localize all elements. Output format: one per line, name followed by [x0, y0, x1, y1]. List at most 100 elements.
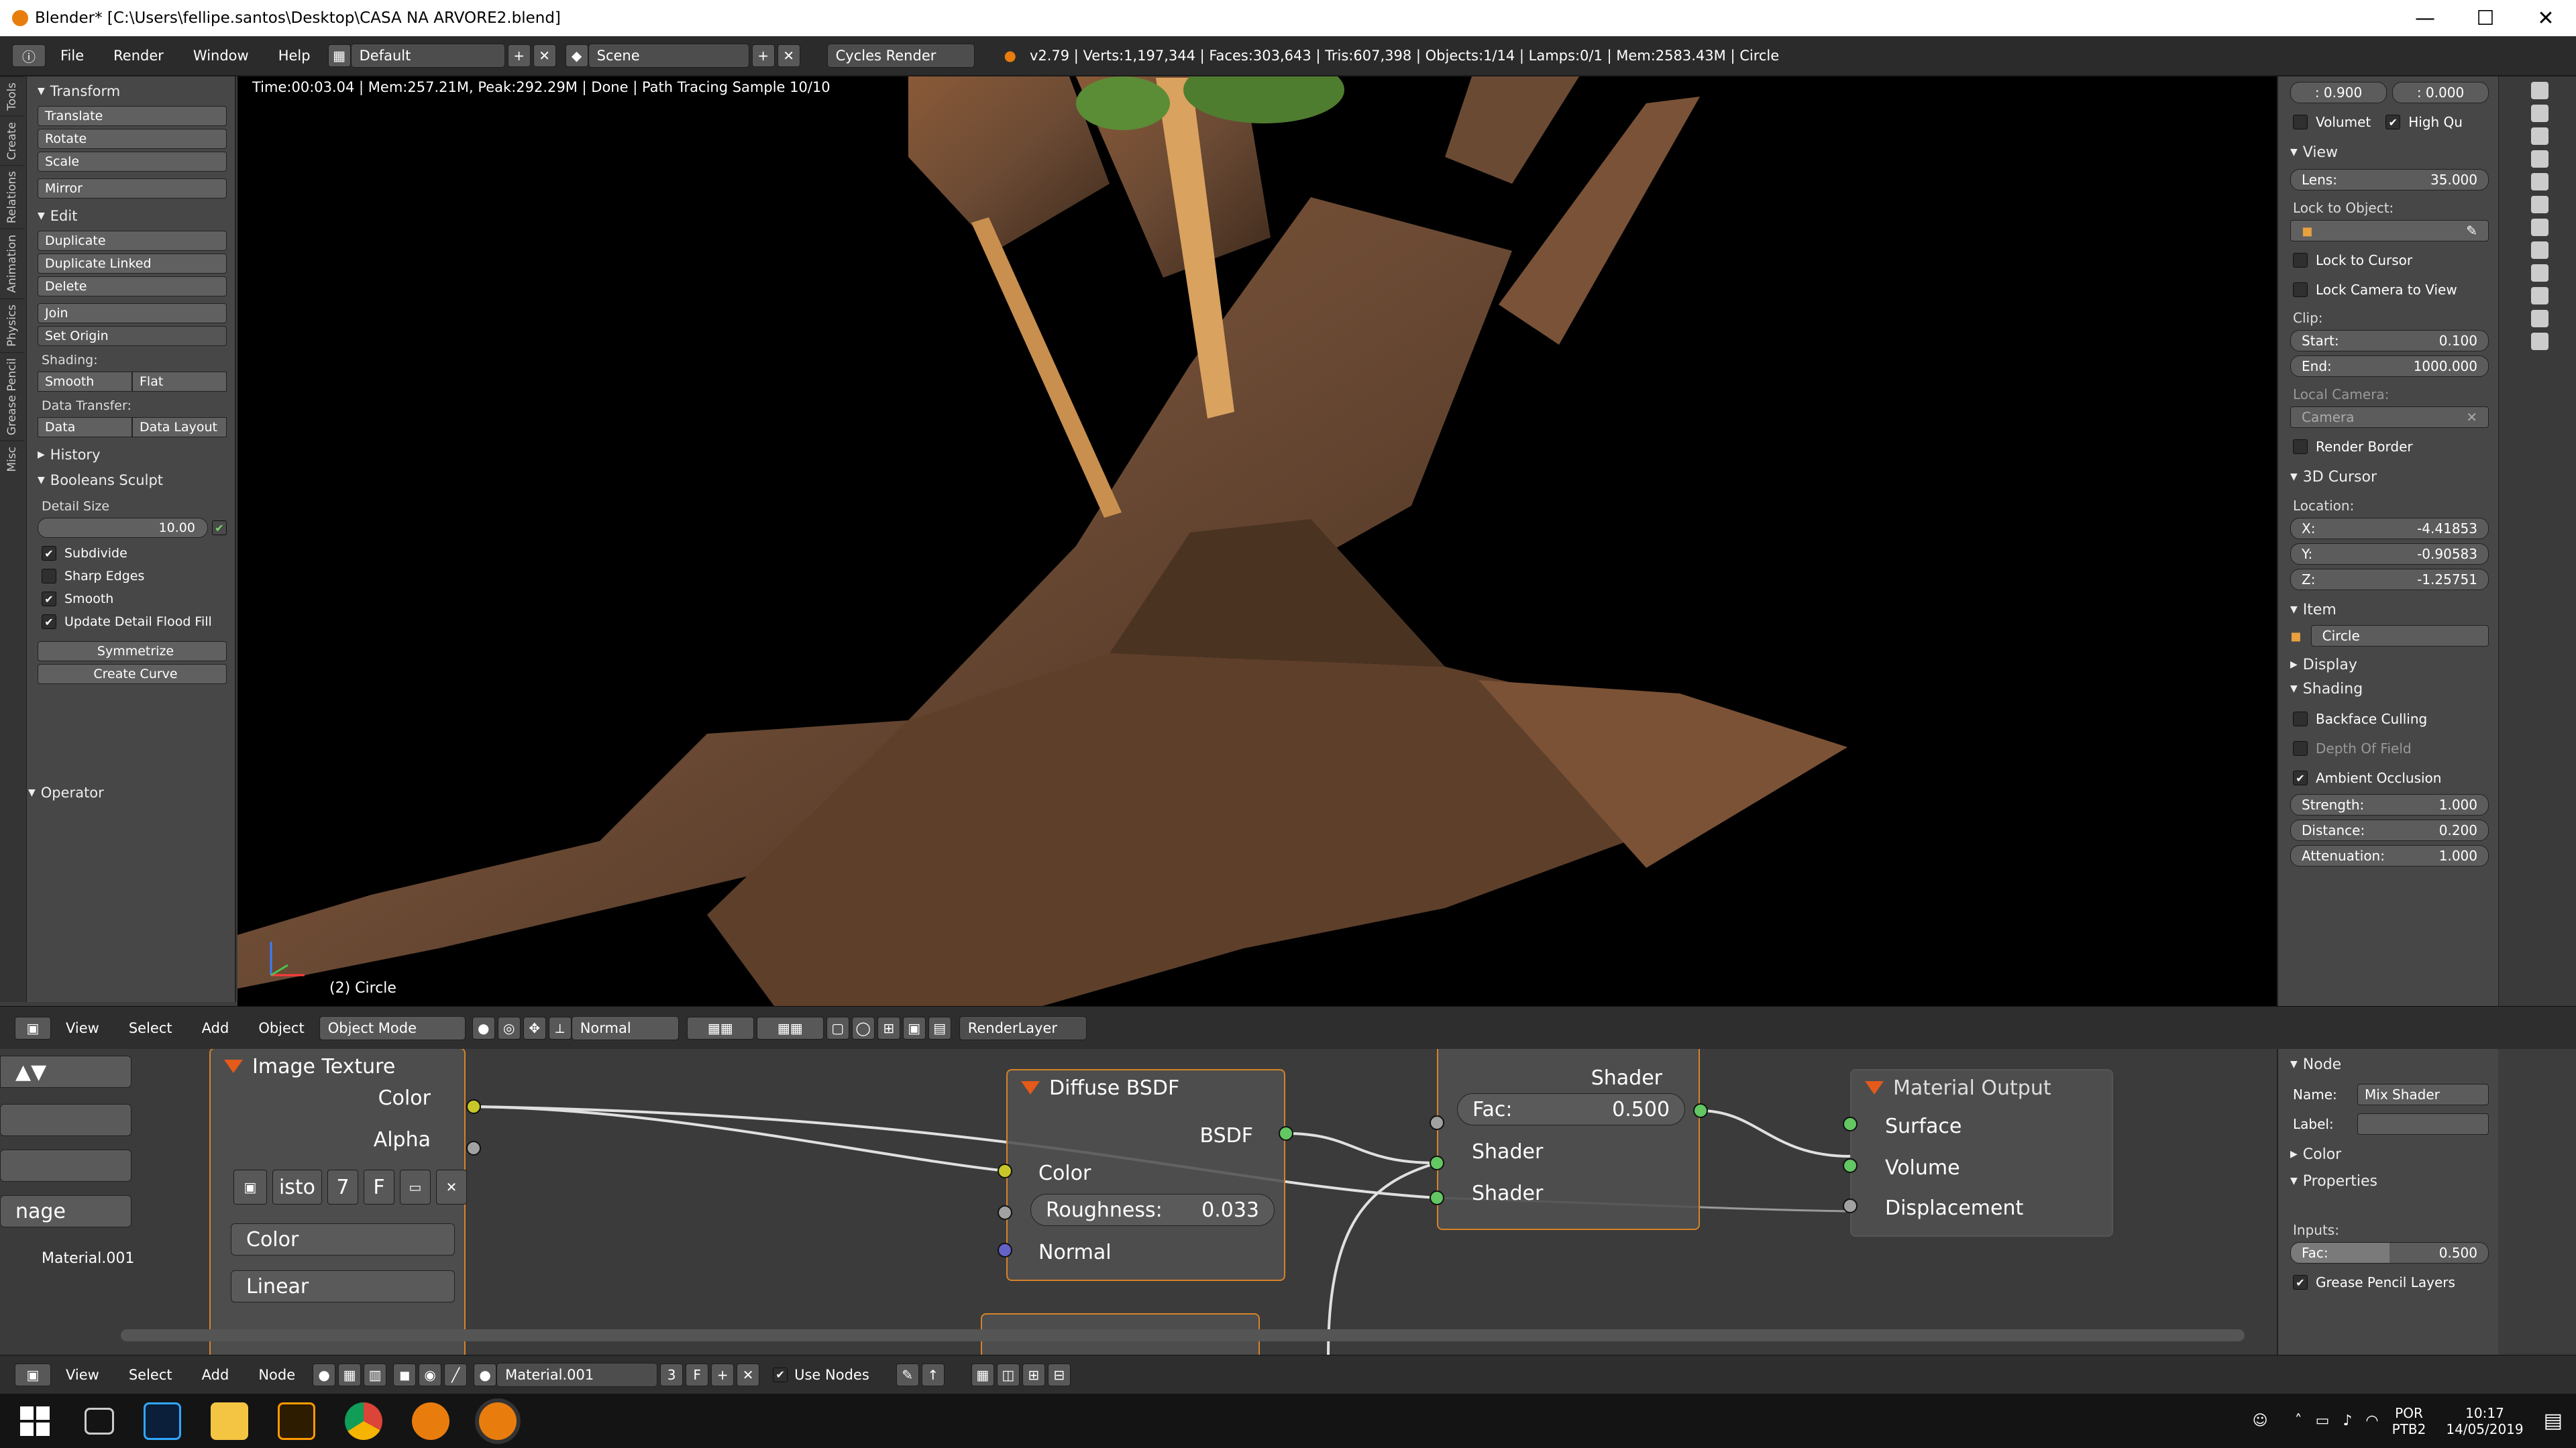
top-value-field-1[interactable]: : 0.900 [2290, 82, 2387, 103]
tab-animation[interactable]: Animation [0, 229, 24, 299]
eyedropper-icon[interactable]: ✎ [2466, 223, 2477, 239]
color-output-socket[interactable] [466, 1099, 481, 1114]
file-explorer-icon[interactable] [211, 1402, 248, 1440]
cursor-x-field[interactable]: X: -4.41853 [2290, 518, 2489, 539]
roughness-input-socket[interactable] [998, 1205, 1012, 1220]
tab-icon[interactable] [2531, 127, 2548, 145]
manipulator-icon[interactable]: ✥ [523, 1016, 546, 1040]
fake-user-button[interactable]: F [364, 1170, 394, 1205]
lens-field[interactable]: Lens: 35.000 [2290, 169, 2489, 190]
tab-icon[interactable] [2531, 173, 2548, 190]
chrome-icon[interactable] [345, 1402, 382, 1440]
close-button[interactable]: ✕ [2516, 7, 2576, 30]
menu-help[interactable]: Help [278, 48, 311, 64]
tab-icon[interactable] [2531, 310, 2548, 327]
diffuse-bsdf-node[interactable]: Diffuse BSDF BSDF Color Roughness: 0.033 … [1006, 1069, 1285, 1281]
smooth-checkbox[interactable]: ✔ Smooth [27, 588, 235, 610]
set-origin-menu[interactable]: Set Origin [38, 326, 227, 346]
illustrator-icon[interactable] [278, 1402, 315, 1440]
photoshop-icon[interactable] [144, 1402, 181, 1440]
tab-icon[interactable] [2531, 219, 2548, 236]
data-transfer-button[interactable]: Data [38, 417, 132, 437]
menu-window[interactable]: Window [193, 48, 249, 64]
copy-node-tree-icon[interactable]: ⊞ [1022, 1363, 1045, 1386]
node-select-2[interactable] [0, 1104, 131, 1136]
operator-panel-header[interactable]: Operator [17, 778, 235, 807]
minimize-button[interactable]: — [2395, 7, 2455, 30]
image-name-field[interactable]: isto [272, 1170, 322, 1205]
tab-tools[interactable]: Tools [0, 76, 24, 116]
language-indicator[interactable]: POR PTB2 [2392, 1405, 2426, 1437]
remove-material-icon[interactable]: ✕ [737, 1363, 760, 1386]
clip-start-field[interactable]: Start: 0.100 [2290, 330, 2489, 351]
3d-viewport[interactable]: Time:00:03.04 | Mem:257.21M, Peak:292.29… [237, 76, 2277, 1006]
update-detail-checkbox[interactable]: ✔ Update Detail Flood Fill [27, 610, 235, 633]
layers-icon[interactable]: ▦▦ [686, 1016, 754, 1040]
surface-input-socket[interactable] [1843, 1117, 1858, 1131]
tab-icon[interactable] [2531, 241, 2548, 259]
normal-input-socket[interactable] [998, 1243, 1012, 1258]
booleans-sculpt-header[interactable]: Booleans Sculpt [27, 465, 235, 495]
transform-panel-header[interactable]: Transform [27, 76, 235, 106]
maximize-button[interactable]: ☐ [2455, 7, 2516, 30]
world-shader-icon[interactable]: ◉ [419, 1363, 442, 1386]
tab-physics[interactable]: Physics [0, 298, 24, 353]
symmetrize-button[interactable]: Symmetrize [38, 641, 227, 661]
menu-object[interactable]: Object [258, 1020, 304, 1036]
roughness-field[interactable]: Roughness: 0.033 [1030, 1194, 1275, 1226]
shading-mode-icon[interactable]: ● [472, 1016, 495, 1040]
shader-output-socket[interactable] [1693, 1103, 1708, 1118]
lock-camera-checkbox[interactable]: Lock Camera to View [2278, 275, 2498, 304]
smooth-shading-button[interactable]: Smooth [38, 372, 132, 392]
snap-icon[interactable]: ⊞ [877, 1016, 900, 1040]
node-panel-header[interactable]: Node [2278, 1049, 2498, 1080]
ao-strength-field[interactable]: Strength: 1.000 [2290, 794, 2489, 816]
layout-field[interactable]: Default [350, 44, 505, 68]
use-nodes-checkbox[interactable]: ✔ [773, 1367, 788, 1382]
blender-taskbar-icon[interactable] [412, 1402, 449, 1440]
cursor-z-field[interactable]: Z: -1.25751 [2290, 569, 2489, 590]
mix-shader-node[interactable]: Shader Fac: 0.500 Shader Shader [1437, 1049, 1700, 1230]
menu-add[interactable]: Add [202, 1020, 229, 1036]
screen-layout-icon[interactable]: ▦ [327, 44, 351, 67]
tab-relations[interactable]: Relations [0, 165, 24, 229]
clock[interactable]: 10:17 14/05/2019 [2446, 1405, 2523, 1437]
lock-icon[interactable]: ▢ [826, 1016, 849, 1040]
image-texture-node[interactable]: Image Texture Color Alpha ▣ isto 7 F ▭ ✕… [209, 1049, 467, 1355]
grease-pencil-layers-header[interactable]: ✔ Grease Pencil Layers [2278, 1268, 2498, 1297]
bsdf-output-socket[interactable] [1279, 1126, 1293, 1141]
compositing-nodes-icon[interactable]: ▦ [338, 1363, 362, 1386]
item-panel-header[interactable]: Item [2278, 594, 2498, 625]
rotate-button[interactable]: Rotate [38, 129, 227, 149]
image-icon[interactable]: ▣ [233, 1170, 267, 1205]
sharp-edges-checkbox[interactable]: Sharp Edges [27, 565, 235, 588]
mode-select[interactable]: Object Mode [319, 1015, 466, 1040]
ambient-occlusion-checkbox[interactable]: ✔ Ambient Occlusion [2278, 763, 2498, 793]
tab-icon[interactable] [2531, 82, 2548, 99]
camera-icon[interactable]: ▤ [928, 1016, 951, 1040]
checkmark-icon[interactable]: ✔ [212, 520, 227, 535]
material-users-count[interactable]: 3 [660, 1363, 684, 1386]
alpha-output-socket[interactable] [466, 1141, 481, 1156]
subdivide-checkbox[interactable]: ✔ Subdivide [27, 542, 235, 565]
fake-user-button[interactable]: F [686, 1363, 709, 1386]
orientation-select[interactable]: Normal [571, 1015, 679, 1040]
menu-select[interactable]: Select [129, 1020, 172, 1036]
material-field[interactable]: Material.001 [496, 1362, 658, 1387]
color-input-socket[interactable] [998, 1164, 1012, 1178]
delete-button[interactable]: Delete [38, 276, 227, 296]
remove-scene-icon[interactable]: ✕ [777, 44, 800, 67]
fac-field[interactable]: Fac: 0.500 [1457, 1093, 1685, 1125]
tab-create[interactable]: Create [0, 115, 24, 166]
flat-shading-button[interactable]: Flat [132, 372, 227, 392]
node-editor[interactable]: ▲▼ nage Material.001 Image Texture Color… [0, 1049, 2277, 1355]
tab-icon[interactable] [2531, 105, 2548, 122]
add-scene-icon[interactable]: + [751, 44, 775, 67]
image-users-count[interactable]: 7 [327, 1170, 358, 1205]
horizontal-scrollbar[interactable] [121, 1329, 2245, 1341]
material-icon[interactable]: ● [474, 1363, 497, 1386]
proportional-icon[interactable]: ◯ [851, 1016, 875, 1040]
render-border-checkbox[interactable]: Render Border [2278, 432, 2498, 461]
editor-type-icon[interactable]: ▣ [15, 1016, 51, 1040]
menu-view[interactable]: View [66, 1367, 99, 1383]
